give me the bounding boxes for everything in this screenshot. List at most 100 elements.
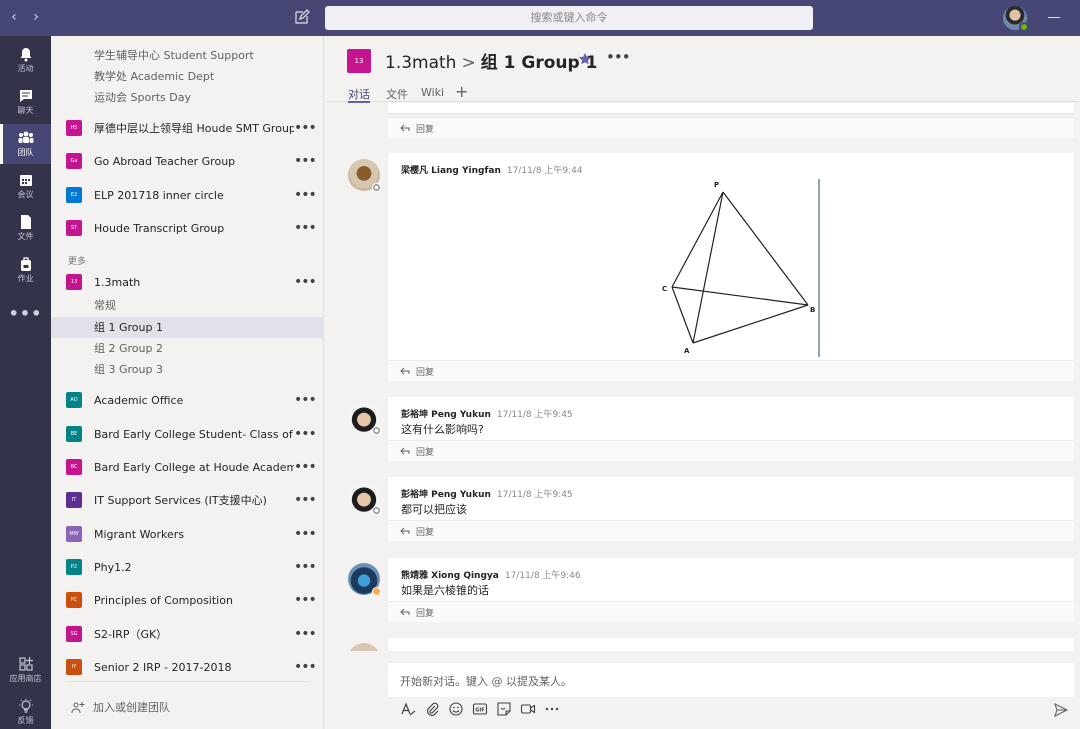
avatar[interactable] <box>348 159 381 192</box>
channel-item[interactable]: 运动会 Sports Day <box>51 87 324 108</box>
send-icon[interactable] <box>1054 703 1068 717</box>
gif-icon[interactable]: GIF <box>472 701 488 717</box>
message-author[interactable]: 彭裕坤 Peng Yukun <box>401 490 491 500</box>
reply-button[interactable]: 回复 <box>388 440 1074 461</box>
team-more-button[interactable]: ••• <box>294 484 317 517</box>
compose-icon[interactable] <box>294 9 310 25</box>
channel-more-button[interactable]: ••• <box>606 48 631 66</box>
back-button[interactable]: ‹ <box>6 9 22 25</box>
rail-feedback[interactable]: 反馈 <box>0 692 51 729</box>
compose-input[interactable]: 开始新对话。键入 @ 以提及某人。 <box>388 663 1074 697</box>
team-more-button[interactable]: ••• <box>294 418 317 451</box>
reply-button[interactable]: 回复 <box>388 117 1074 138</box>
team-item[interactable]: PC Principles of Composition ••• <box>51 584 324 617</box>
team-item[interactable]: BC Bard Early College at Houde Academy •… <box>51 451 324 484</box>
message-author[interactable]: 梁樱凡 Liang Yingfan <box>401 166 501 176</box>
team-more-button[interactable]: ••• <box>294 451 317 484</box>
message-feed[interactable]: 回复 梁樱凡 Liang Yingfan 17/11/8 上午9:44 P C B <box>325 103 1080 651</box>
message-meta: 梁樱凡 Liang Yingfan 17/11/8 上午9:44 <box>401 163 583 176</box>
reply-icon <box>400 608 410 616</box>
sticker-icon[interactable] <box>496 701 512 717</box>
rail-store[interactable]: 应用商店 <box>0 650 51 690</box>
lightbulb-icon <box>18 699 33 713</box>
avatar[interactable] <box>348 643 380 651</box>
rail-meetings[interactable]: 会议 <box>0 166 51 206</box>
rail-label: 应用商店 <box>9 674 42 683</box>
team-item[interactable]: IT IT Support Services (IT支援中心) ••• <box>51 484 324 517</box>
channel-view: 13 1.3math > 组 1 Group 1 ••• 对话 文件 Wiki + … <box>325 36 1080 729</box>
team-avatar: PC <box>66 592 82 608</box>
team-more-button[interactable]: ••• <box>294 112 317 145</box>
team-avatar: Ga <box>66 153 82 169</box>
message-card: 熊靖雅 Xiong Qingya 17/11/8 上午9:46 如果是六棱锥的话 <box>388 558 1074 602</box>
breadcrumb-separator: > <box>461 53 476 73</box>
message-author[interactable]: 熊靖雅 Xiong Qingya <box>401 571 499 581</box>
rail-label: 聊天 <box>17 106 34 115</box>
team-more-button[interactable]: ••• <box>294 179 317 212</box>
reply-button[interactable]: 回复 <box>388 520 1074 541</box>
avatar[interactable] <box>348 482 381 515</box>
status-offline-icon <box>372 183 381 192</box>
team-more-button[interactable]: ••• <box>294 651 317 684</box>
team-item[interactable]: E2 ELP 201718 inner circle ••• <box>51 179 324 212</box>
add-tab-button[interactable]: + <box>455 82 468 101</box>
rail-label: 反馈 <box>17 716 34 725</box>
format-icon[interactable] <box>400 701 416 717</box>
channel-item[interactable]: 教学处 Academic Dept <box>51 66 324 87</box>
rail-files[interactable]: 文件 <box>0 208 51 248</box>
tetrahedron-diagram-image[interactable]: P C B A <box>655 175 825 359</box>
team-item[interactable]: P2 Phy1.2 ••• <box>51 551 324 584</box>
attach-icon[interactable] <box>424 701 440 717</box>
team-more-button[interactable]: ••• <box>294 212 317 245</box>
search-input[interactable]: 搜索或键入命令 <box>325 6 813 30</box>
team-more-button[interactable]: ••• <box>294 618 317 651</box>
status-offline-icon <box>372 426 381 435</box>
tab-files[interactable]: 文件 <box>386 86 408 102</box>
rail-teams[interactable]: 团队 <box>0 124 51 164</box>
team-name: Migrant Workers <box>94 528 185 541</box>
tab-conversations[interactable]: 对话 <box>348 86 370 103</box>
team-avatar: BC <box>66 459 82 475</box>
tab-wiki[interactable]: Wiki <box>421 86 444 99</box>
meet-now-icon[interactable] <box>520 701 536 717</box>
team-item[interactable]: MW Migrant Workers ••• <box>51 518 324 551</box>
more-options-icon[interactable] <box>544 701 560 717</box>
svg-text:GIF: GIF <box>475 708 484 714</box>
breadcrumb: 1.3math > 组 1 Group 1 <box>385 48 597 73</box>
channel-item[interactable]: 学生辅导中心 Student Support <box>51 45 324 66</box>
user-avatar[interactable] <box>1003 6 1029 32</box>
team-more-button[interactable]: ••• <box>294 518 317 551</box>
emoji-icon[interactable] <box>448 701 464 717</box>
rail-assignments[interactable]: 作业 <box>0 250 51 290</box>
team-item[interactable]: AO Academic Office ••• <box>51 384 324 417</box>
team-item[interactable]: HS 厚德中层以上领导组 Houde SMT Group ••• <box>51 112 324 145</box>
team-item[interactable]: SG S2-IRP（GK） ••• <box>51 618 324 651</box>
minimize-button[interactable] <box>1048 17 1060 18</box>
reply-button[interactable]: 回复 <box>388 360 1074 381</box>
team-more-button[interactable]: ••• <box>294 584 317 617</box>
channel-item-group2[interactable]: 组 2 Group 2 <box>51 338 324 359</box>
message-meta: 彭裕坤 Peng Yukun 17/11/8 上午9:45 <box>401 487 573 500</box>
rail-chat[interactable]: 聊天 <box>0 82 51 122</box>
team-item[interactable]: BE Bard Early College Student- Class of … <box>51 418 324 451</box>
rail-more-button[interactable]: ••• <box>0 304 51 323</box>
team-item[interactable]: IY Senior 2 IRP - 2017-2018 ••• <box>51 651 324 684</box>
reply-button[interactable]: 回复 <box>388 601 1074 622</box>
team-item[interactable]: ST Houde Transcript Group ••• <box>51 212 324 245</box>
channel-item-group3[interactable]: 组 3 Group 3 <box>51 359 324 380</box>
team-more-button[interactable]: ••• <box>294 384 317 417</box>
team-more-button[interactable]: ••• <box>294 145 317 178</box>
channel-item-group1[interactable]: 组 1 Group 1 <box>51 317 324 338</box>
channel-item-general[interactable]: 常规 <box>51 295 324 316</box>
breadcrumb-team[interactable]: 1.3math <box>385 53 456 73</box>
team-more-button[interactable]: ••• <box>294 551 317 584</box>
message-text: 这有什么影响吗? <box>401 423 484 436</box>
forward-button[interactable]: › <box>28 9 44 25</box>
avatar[interactable] <box>348 402 381 435</box>
rail-activity[interactable]: 活动 <box>0 40 51 80</box>
message-author[interactable]: 彭裕坤 Peng Yukun <box>401 410 491 420</box>
team-avatar: MW <box>66 526 82 542</box>
avatar[interactable] <box>348 563 381 596</box>
favorite-star-icon[interactable] <box>578 52 592 66</box>
team-item[interactable]: Ga Go Abroad Teacher Group ••• <box>51 145 324 178</box>
